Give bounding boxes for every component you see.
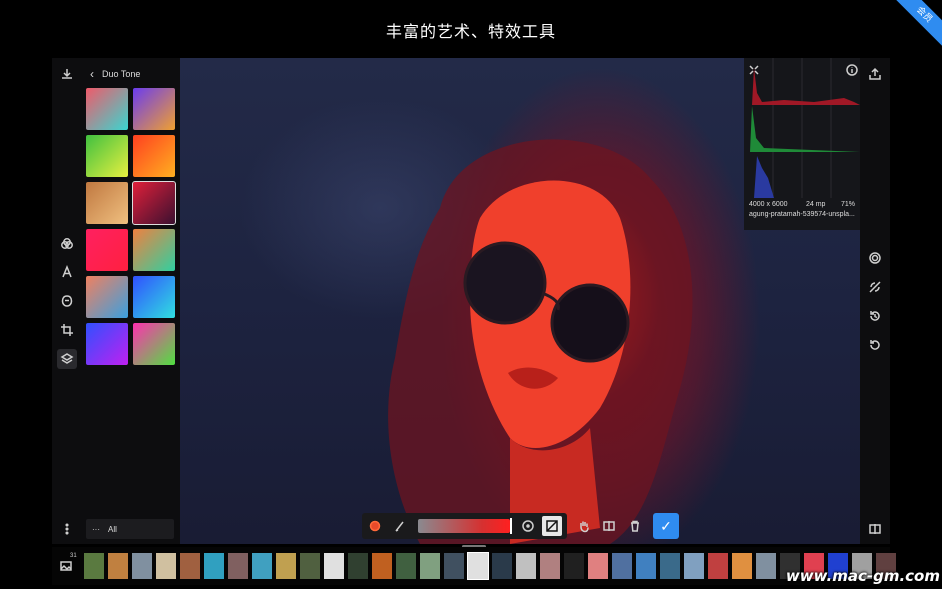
share-icon[interactable] xyxy=(865,64,885,84)
compare-icon[interactable] xyxy=(865,519,885,539)
duo-tone-swatch[interactable] xyxy=(133,88,175,130)
headline: 丰富的艺术、特效工具 xyxy=(385,22,556,41)
filmstrip-thumbnail[interactable] xyxy=(540,553,560,579)
target-icon[interactable] xyxy=(518,516,538,536)
filmstrip-thumbnail[interactable] xyxy=(252,553,272,579)
download-icon[interactable] xyxy=(57,64,77,84)
image-filename: agung-pratamah-539574-unspla... xyxy=(749,211,855,218)
hand-icon[interactable] xyxy=(574,516,594,536)
gallery-count: 31 xyxy=(70,553,77,559)
text-tool-icon[interactable] xyxy=(57,262,77,282)
color-picker-icon[interactable] xyxy=(365,516,385,536)
watermark: www.mac-gm.com xyxy=(785,567,940,585)
duo-tone-swatch[interactable] xyxy=(86,88,128,130)
zoom-level: 71% xyxy=(840,201,855,208)
filmstrip-thumbnail[interactable] xyxy=(132,553,152,579)
spiral-icon[interactable] xyxy=(865,248,885,268)
filmstrip-thumbnail[interactable] xyxy=(612,553,632,579)
gradient-slider[interactable] xyxy=(418,519,510,533)
filmstrip-thumbnail[interactable] xyxy=(300,553,320,579)
duo-tone-swatch[interactable] xyxy=(86,229,128,271)
duo-tone-swatch[interactable] xyxy=(133,323,175,365)
slider-handle[interactable] xyxy=(510,518,512,534)
filmstrip-thumbnail[interactable] xyxy=(467,552,489,580)
filmstrip-thumbnail[interactable] xyxy=(204,553,224,579)
filmstrip[interactable]: 31 xyxy=(52,547,896,585)
filmstrip-thumbnail[interactable] xyxy=(156,553,176,579)
filmstrip-thumbnail[interactable] xyxy=(324,553,344,579)
filmstrip-thumbnail[interactable] xyxy=(588,553,608,579)
filmstrip-thumbnail[interactable] xyxy=(84,553,104,579)
split-view-icon[interactable] xyxy=(599,516,619,536)
gallery-icon[interactable] xyxy=(56,556,76,576)
filmstrip-thumbnail[interactable] xyxy=(684,553,704,579)
filmstrip-thumbnail[interactable] xyxy=(732,553,752,579)
trash-icon[interactable] xyxy=(625,516,645,536)
histogram-panel: 4000 x 6000 24 mp 71% agung-pratamah-539… xyxy=(744,58,860,230)
undo-icon[interactable] xyxy=(865,335,885,355)
more-icon[interactable] xyxy=(57,519,77,539)
panel-title: Duo Tone xyxy=(102,69,141,79)
ellipsis-icon: ··· xyxy=(92,524,100,534)
filmstrip-thumbnail[interactable] xyxy=(372,553,392,579)
duo-tone-toolbar xyxy=(362,513,567,539)
history-icon[interactable] xyxy=(865,306,885,326)
filmstrip-thumbnail[interactable] xyxy=(396,553,416,579)
eraser-icon[interactable] xyxy=(865,277,885,297)
panel-header: ‹ Duo Tone xyxy=(90,67,140,81)
filmstrip-thumbnail[interactable] xyxy=(228,553,248,579)
filmstrip-thumbnail[interactable] xyxy=(444,553,464,579)
color-mix-icon[interactable] xyxy=(57,234,77,254)
filmstrip-thumbnail[interactable] xyxy=(636,553,656,579)
blend-mode-icon[interactable] xyxy=(542,516,562,536)
back-chevron-icon[interactable]: ‹ xyxy=(90,67,94,81)
info-icon[interactable] xyxy=(842,60,862,80)
filmstrip-thumbnail[interactable] xyxy=(708,553,728,579)
duo-tone-swatch[interactable] xyxy=(86,135,128,177)
collapse-icon[interactable] xyxy=(744,60,764,80)
filmstrip-thumbnail[interactable] xyxy=(108,553,128,579)
brush-icon[interactable] xyxy=(390,516,410,536)
checkmark-icon: ✓ xyxy=(660,517,672,534)
filmstrip-thumbnail[interactable] xyxy=(756,553,776,579)
layers-icon[interactable] xyxy=(57,349,77,369)
duo-tone-swatch[interactable] xyxy=(133,276,175,318)
filmstrip-thumbnail[interactable] xyxy=(660,553,680,579)
filmstrip-thumbnail[interactable] xyxy=(180,553,200,579)
filmstrip-thumbnail[interactable] xyxy=(348,553,368,579)
duo-tone-grid xyxy=(86,88,176,365)
crop-icon[interactable] xyxy=(57,320,77,340)
duo-tone-swatch[interactable] xyxy=(86,323,128,365)
filmstrip-thumbnail[interactable] xyxy=(564,553,584,579)
image-dimensions: 4000 x 6000 xyxy=(749,201,788,208)
filmstrip-thumbnail[interactable] xyxy=(420,553,440,579)
duo-tone-swatch[interactable] xyxy=(133,135,175,177)
filmstrip-thumbnail[interactable] xyxy=(492,553,512,579)
mask-face-icon[interactable] xyxy=(57,291,77,311)
duo-tone-swatch[interactable] xyxy=(132,181,176,225)
image-megapixels: 24 mp xyxy=(806,201,826,208)
duo-tone-swatch[interactable] xyxy=(86,276,128,318)
filter-all-button[interactable]: ··· All xyxy=(86,519,174,539)
filter-label: All xyxy=(108,524,117,534)
duo-tone-swatch[interactable] xyxy=(86,182,128,224)
apply-button[interactable]: ✓ xyxy=(653,513,679,539)
filmstrip-thumbnail[interactable] xyxy=(516,553,536,579)
filmstrip-thumbnail[interactable] xyxy=(276,553,296,579)
duo-tone-swatch[interactable] xyxy=(133,229,175,271)
